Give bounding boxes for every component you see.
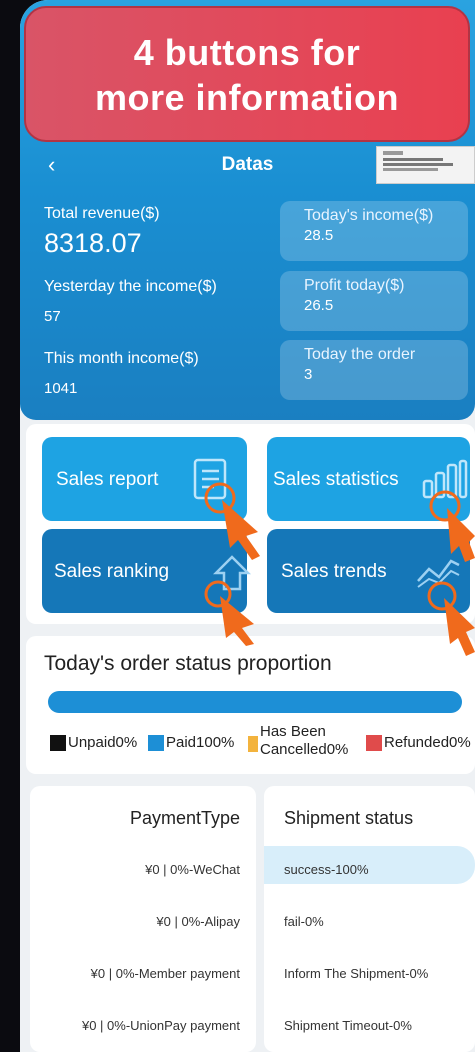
pill-value: 26.5 [304,297,334,314]
pill-value: 28.5 [304,227,334,244]
promo-banner: 4 buttons for more information [24,6,470,142]
order-status-title: Today's order status proportion [44,652,332,675]
todays-income-pill[interactable]: Today's income($) 28.5 [280,201,468,261]
payment-row: ¥0 | 0%-Member payment [90,966,240,981]
thumbnail-image [376,146,475,184]
yesterday-income-value: 57 [44,308,61,325]
hand-pointer-icon [204,482,260,560]
pill-value: 3 [304,366,313,383]
legend-label: Cancelled0% [260,741,349,758]
banner-line-2: more information [94,77,399,118]
banner-line-1: 4 buttons for [133,32,361,73]
shipment-row: Inform The Shipment-0% [284,966,429,981]
yesterday-income-label: Yesterday the income($) [44,278,217,295]
profit-today-pill[interactable]: Profit today($) 26.5 [280,271,468,331]
legend-label: Paid100% [166,734,235,751]
payment-type-card: PaymentType ¥0 | 0%-WeChat ¥0 | 0%-Alipa… [30,786,256,1052]
pill-label: Profit today($) [304,277,405,294]
legend-refunded: Refunded0% [366,734,471,752]
shipment-status-title: Shipment status [284,808,414,828]
shipment-status-card: Shipment status success-100% fail-0% Inf… [264,786,475,1052]
month-income-value: 1041 [44,380,78,397]
payment-row: ¥0 | 0%-UnionPay payment [81,1018,240,1033]
tile-label: Sales report [56,469,159,490]
tile-label: Sales statistics [273,469,399,490]
pill-label: Today's income($) [304,207,434,224]
payment-row: ¥0 | 0%-Alipay [156,914,240,929]
order-status-progress-bar [48,691,462,713]
tile-label: Sales trends [281,561,387,582]
legend-label: Has Been [260,723,326,740]
payment-row: ¥0 | 0%-WeChat [145,862,240,877]
today-order-pill[interactable]: Today the order 3 [280,340,468,400]
legend-unpaid: Unpaid0% [50,734,138,752]
payment-type-title: PaymentType [129,808,240,828]
total-revenue-value: 8318.07 [44,228,142,258]
tile-label: Sales ranking [54,561,170,582]
phone-screen: ‹ Datas Total revenue($) 8318.07 Yesterd… [20,0,475,1052]
legend-paid: Paid100% [148,734,235,752]
month-income-label: This month income($) [44,350,199,367]
legend-label: Refunded0% [384,734,471,751]
hand-pointer-icon [204,580,254,646]
shipment-row: Shipment Timeout-0% [284,1018,412,1033]
total-revenue-label: Total revenue($) [44,205,160,222]
hand-pointer-icon [429,490,475,562]
hand-pointer-icon [427,581,475,656]
shipment-row: fail-0% [284,914,324,929]
pill-label: Today the order [304,346,416,363]
legend-label: Unpaid0% [68,734,138,751]
shipment-row: success-100% [284,862,369,877]
